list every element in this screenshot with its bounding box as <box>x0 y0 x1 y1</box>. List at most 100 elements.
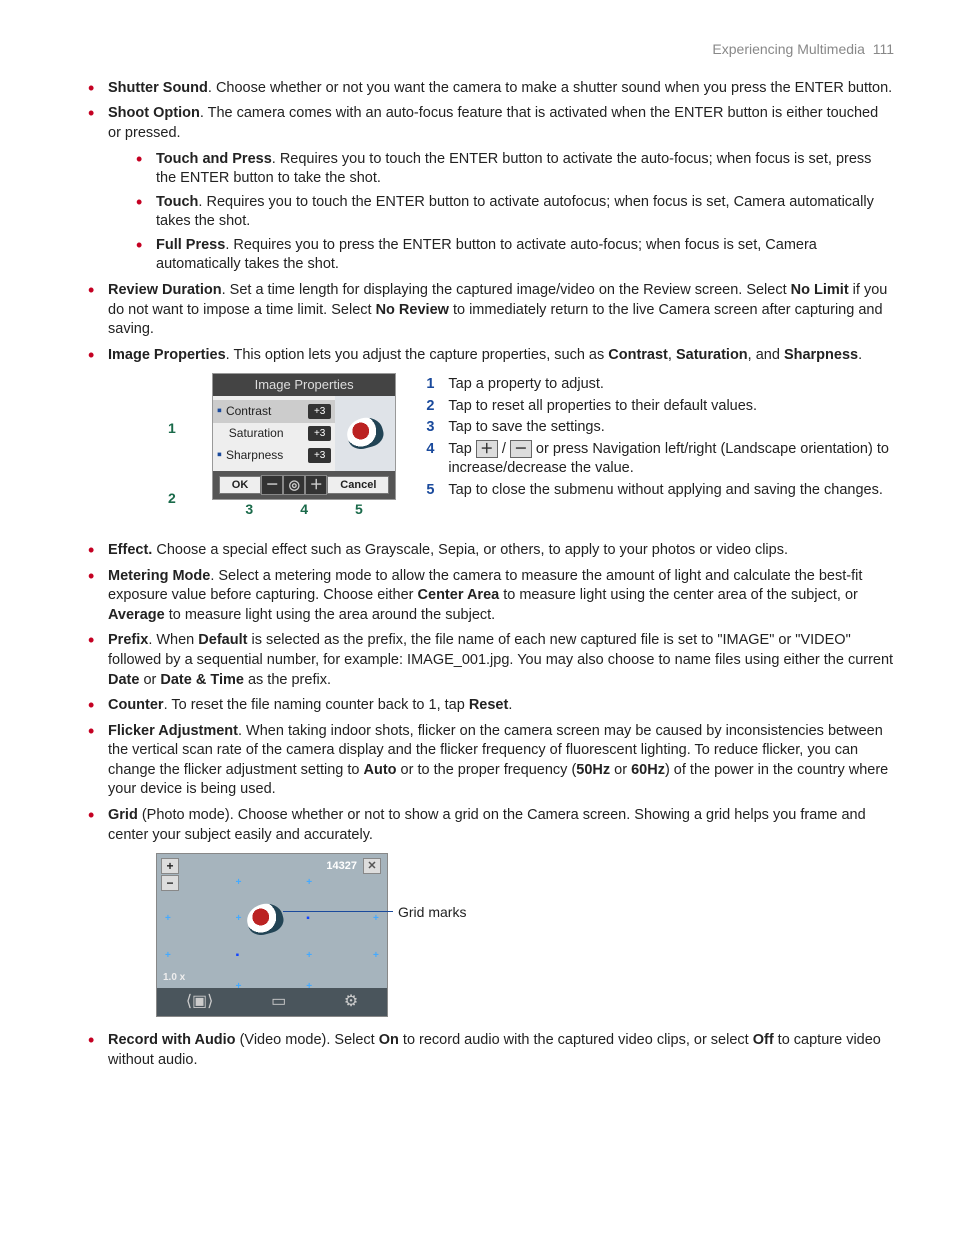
text: to record audio with the captured video … <box>399 1032 753 1048</box>
cancel-button[interactable]: Cancel <box>327 476 389 495</box>
minus-button[interactable]: － <box>261 475 283 495</box>
callout-5: 5 <box>355 500 363 519</box>
sub-touch-press: Touch and Press. Requires you to touch t… <box>136 150 894 189</box>
text: or <box>610 762 631 778</box>
image-properties-notes: 1Tap a property to adjust. 2 Tap to reset… <box>426 373 894 502</box>
text: , <box>668 347 676 363</box>
callout-3: 3 <box>245 500 253 519</box>
page-header: Experiencing Multimedia 111 <box>60 40 894 59</box>
note-3: 3Tap to save the settings. <box>426 418 894 438</box>
text: . To reset the file naming counter back … <box>164 697 469 713</box>
item-effect: Effect. Choose a special effect such as … <box>88 541 894 561</box>
bold: Average <box>108 607 165 623</box>
item-title: Image Properties <box>108 347 226 363</box>
item-review-duration: Review Duration. Set a time length for d… <box>88 281 894 340</box>
selection-marker-icon: ▪ <box>217 446 222 466</box>
item-flicker-adjustment: Flicker Adjustment. When taking indoor s… <box>88 722 894 800</box>
bold: 50Hz <box>576 762 610 778</box>
item-shutter-sound: Shutter Sound. Choose whether or not you… <box>88 79 894 99</box>
sub-title: Touch <box>156 194 198 210</box>
bold: Date <box>108 672 139 688</box>
shot-count: 14327 <box>326 859 357 874</box>
sub-title: Full Press <box>156 237 225 253</box>
item-text: . The camera comes with an auto-focus fe… <box>108 105 878 141</box>
row-saturation[interactable]: Saturation +3 <box>213 423 336 443</box>
item-text: . Choose whether or not you want the cam… <box>208 80 892 96</box>
row-value: +3 <box>308 426 331 442</box>
text: to measure light using the area around t… <box>165 607 495 623</box>
text: (Video mode). Select <box>236 1032 379 1048</box>
note-text: Tap to reset all properties to their def… <box>448 397 757 417</box>
note-text: Tap to save the settings. <box>448 418 604 438</box>
section-title: Experiencing Multimedia <box>712 41 865 57</box>
text: . When <box>148 632 198 648</box>
page: Experiencing Multimedia 111 Shutter Soun… <box>0 0 954 1116</box>
reset-button[interactable]: ◎ <box>283 475 305 495</box>
preview-subject-icon <box>247 904 283 934</box>
sub-touch: Touch. Requires you to touch the ENTER b… <box>136 193 894 232</box>
row-contrast[interactable]: ▪ Contrast +3 <box>213 400 336 424</box>
note-text: Tap ＋ / － or press Navigation left/right… <box>448 440 894 479</box>
bold: Center Area <box>418 587 500 603</box>
note-num: 1 <box>426 375 440 395</box>
plus-icon: ＋ <box>476 440 498 458</box>
item-title: Shutter Sound <box>108 80 208 96</box>
row-label: Saturation <box>229 425 304 441</box>
item-record-audio: Record with Audio (Video mode). Select O… <box>88 1031 894 1070</box>
note-2: 2 Tap to reset all properties to their de… <box>426 397 894 417</box>
item-title: Counter <box>108 697 164 713</box>
callout-line <box>283 911 393 912</box>
note-5: 5 Tap to close the submenu without applyi… <box>426 481 894 501</box>
callout-1: 1 <box>168 419 176 438</box>
bottom-toolbar: ⟨▣⟩ ▭ ⚙ <box>157 988 387 1016</box>
minus-icon: － <box>510 440 532 458</box>
item-counter: Counter. To reset the file naming counte… <box>88 696 894 716</box>
note-num: 5 <box>426 481 440 501</box>
preview-pane <box>335 396 395 471</box>
note-num: 4 <box>426 440 440 460</box>
item-shoot-option: Shoot Option. The camera comes with an a… <box>88 104 894 275</box>
bold: 60Hz <box>631 762 665 778</box>
sub-list: Touch and Press. Requires you to touch t… <box>108 150 894 275</box>
image-properties-panel: Image Properties ▪ Contrast +3 <box>212 373 397 519</box>
bold: Off <box>753 1032 774 1048</box>
row-sharpness[interactable]: ▪ Sharpness +3 <box>213 444 336 468</box>
preview-image-icon <box>344 414 387 452</box>
note-num: 2 <box>426 397 440 417</box>
item-title: Effect. <box>108 542 152 558</box>
gallery-icon[interactable]: ⟨▣⟩ <box>186 991 214 1013</box>
callout-4: 4 <box>300 500 308 519</box>
bold: Date & Time <box>160 672 244 688</box>
bold: Saturation <box>676 347 748 363</box>
item-text: (Photo mode). Choose whether or not to s… <box>108 807 866 843</box>
plus-button[interactable]: ＋ <box>305 475 327 495</box>
page-number: 111 <box>873 41 894 57</box>
sub-text: . Requires you to touch the ENTER button… <box>156 194 874 230</box>
row-value: +3 <box>308 404 331 420</box>
bold: Sharpness <box>784 347 858 363</box>
item-title: Prefix <box>108 632 148 648</box>
note-text: Tap to close the submenu without applyin… <box>448 481 882 501</box>
note-1: 1Tap a property to adjust. <box>426 375 894 395</box>
item-grid: Grid (Photo mode). Choose whether or not… <box>88 806 894 1017</box>
item-title: Grid <box>108 807 138 823</box>
item-metering-mode: Metering Mode. Select a metering mode to… <box>88 567 894 626</box>
sub-text: . Requires you to press the ENTER button… <box>156 237 817 273</box>
close-button[interactable]: ✕ <box>363 858 381 874</box>
row-label: Contrast <box>226 403 304 419</box>
text: or <box>139 672 160 688</box>
zoom-in-button[interactable]: + <box>161 858 179 874</box>
item-title: Shoot Option <box>108 105 200 121</box>
bold: Default <box>198 632 247 648</box>
bullet-list: Shutter Sound. Choose whether or not you… <box>60 79 894 1070</box>
item-prefix: Prefix. When Default is selected as the … <box>88 631 894 690</box>
row-value: +3 <box>308 448 331 464</box>
item-title: Record with Audio <box>108 1032 236 1048</box>
bold: Reset <box>469 697 509 713</box>
ok-button[interactable]: OK <box>219 476 262 495</box>
bold: No Review <box>376 302 449 318</box>
text: to measure light using the center area o… <box>499 587 858 603</box>
gear-icon[interactable]: ⚙ <box>344 991 358 1013</box>
zoom-level: 1.0 x <box>163 971 185 985</box>
camera-icon[interactable]: ▭ <box>271 991 286 1013</box>
